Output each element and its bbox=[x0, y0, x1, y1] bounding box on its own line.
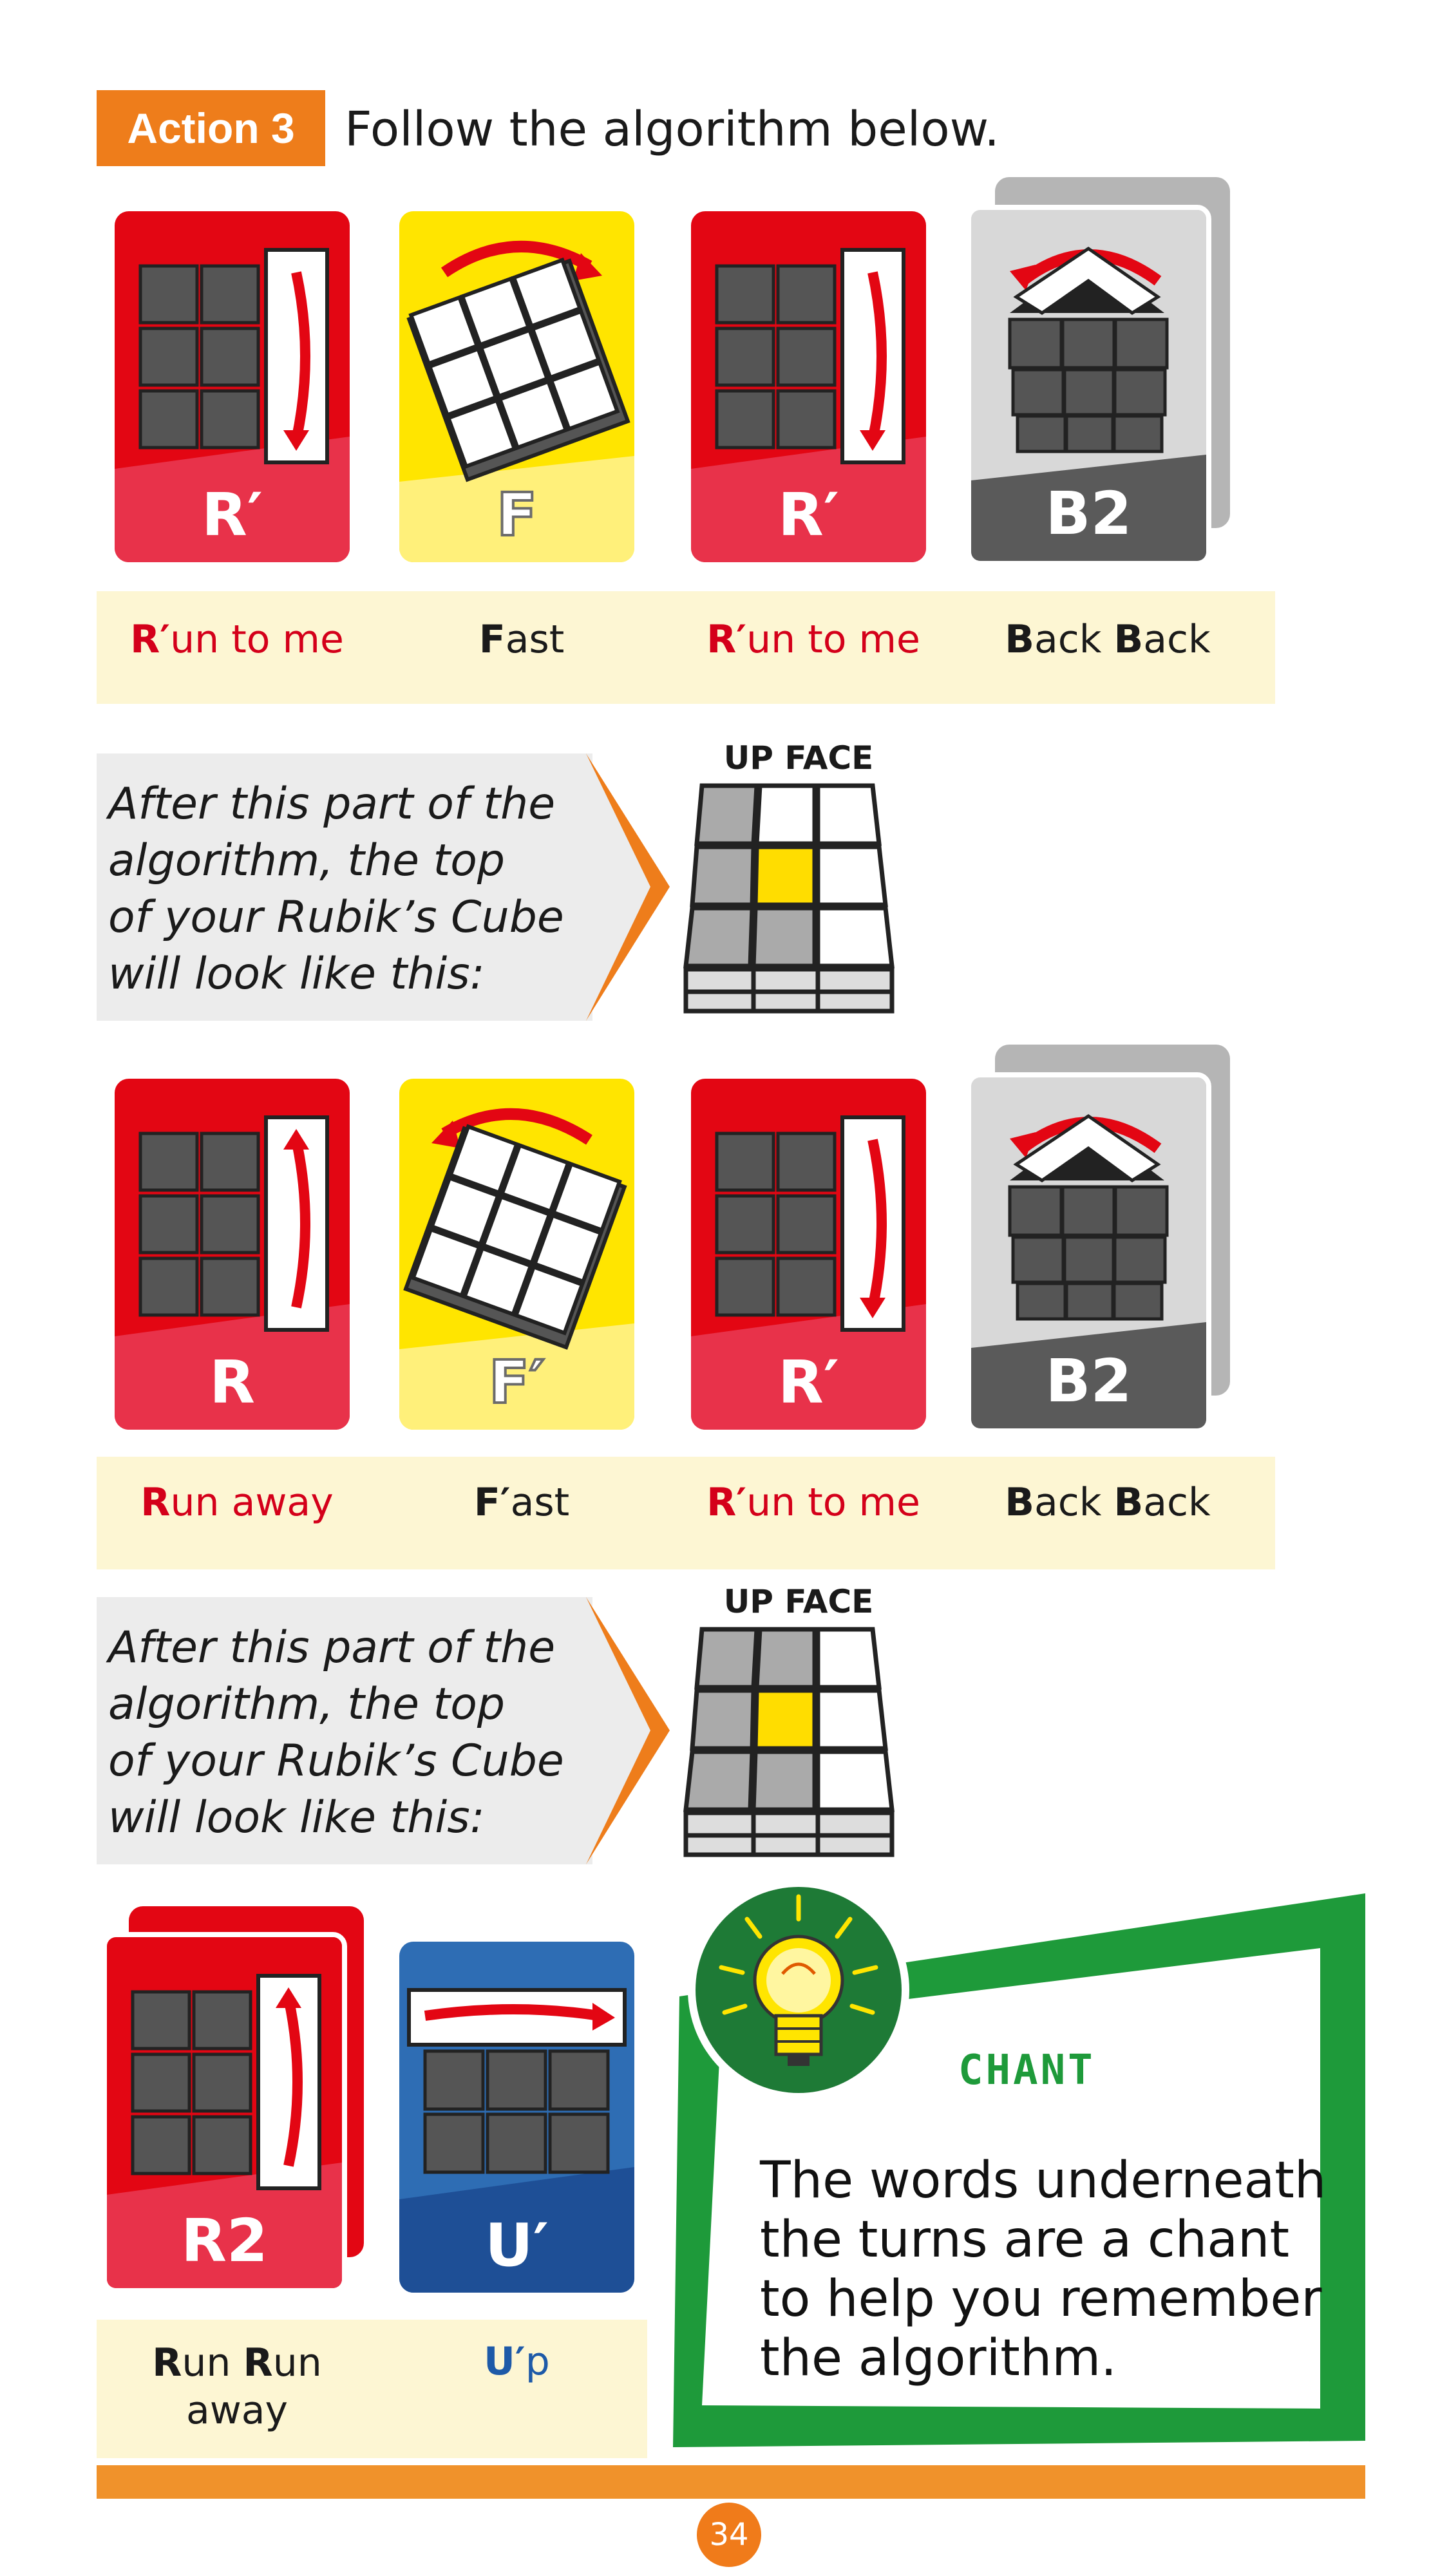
card-label: R′ bbox=[777, 480, 840, 549]
chant-r-prime: R′un to me bbox=[706, 1480, 920, 1525]
action-badge: Action 3 bbox=[97, 90, 325, 166]
move-card-u-prime: U′ bbox=[399, 1942, 634, 2293]
card-label: F bbox=[495, 479, 538, 551]
card-label: B2 bbox=[1045, 1347, 1132, 1416]
move-card-b2: B2 bbox=[966, 1072, 1211, 1434]
instruction-text: Follow the algorithm below. bbox=[345, 102, 999, 157]
move-card-r-prime: R′ bbox=[691, 1079, 926, 1430]
move-card-f: F bbox=[399, 211, 634, 562]
cube-top-view-icon bbox=[683, 1627, 895, 1857]
callout-arrow-icon bbox=[586, 1597, 670, 1864]
chant-f: Fast bbox=[478, 617, 565, 662]
card-label: R2 bbox=[181, 2206, 268, 2275]
upface-label: UP FACE bbox=[723, 739, 874, 777]
chant-b2: Back Back bbox=[1005, 1480, 1211, 1525]
page-number: 34 bbox=[697, 2503, 761, 2567]
tip-title: CHANT bbox=[958, 2047, 1095, 2094]
footer-bar bbox=[97, 2465, 1365, 2499]
chant-b2: Back Back bbox=[1005, 617, 1211, 662]
chant-f-prime: F′ast bbox=[473, 1480, 570, 1525]
chant-r: Run away bbox=[140, 1480, 334, 1525]
move-card-r2: R2 bbox=[102, 1932, 347, 2293]
chant-u-prime: U′p bbox=[484, 2339, 550, 2384]
chant-r-prime: R′un to me bbox=[130, 617, 344, 662]
tip-body: The words underneath the turns are a cha… bbox=[760, 2152, 1327, 2387]
card-label: U′ bbox=[485, 2211, 549, 2280]
move-card-f-prime: F′ bbox=[399, 1079, 634, 1430]
upface-label: UP FACE bbox=[723, 1583, 874, 1620]
cube-top-view-icon bbox=[683, 783, 895, 1014]
card-label: F′ bbox=[488, 1347, 546, 1418]
callout-text: After this part of the algorithm, the to… bbox=[108, 779, 564, 999]
card-label: R′ bbox=[777, 1348, 840, 1417]
move-card-r-prime: R′ bbox=[691, 211, 926, 562]
move-card-r: R bbox=[115, 1079, 350, 1430]
move-card-r-prime: R′ bbox=[115, 211, 350, 562]
chant-r2: Run Run away bbox=[152, 2340, 322, 2433]
lightbulb-icon bbox=[688, 1879, 909, 2101]
chant-r-prime: R′un to me bbox=[706, 617, 920, 662]
card-label: R′ bbox=[201, 480, 263, 549]
card-label: R bbox=[209, 1348, 255, 1417]
card-label: B2 bbox=[1045, 479, 1132, 548]
move-card-b2: B2 bbox=[966, 205, 1211, 566]
callout-text: After this part of the algorithm, the to… bbox=[108, 1622, 564, 1843]
callout-arrow-icon bbox=[586, 753, 670, 1021]
